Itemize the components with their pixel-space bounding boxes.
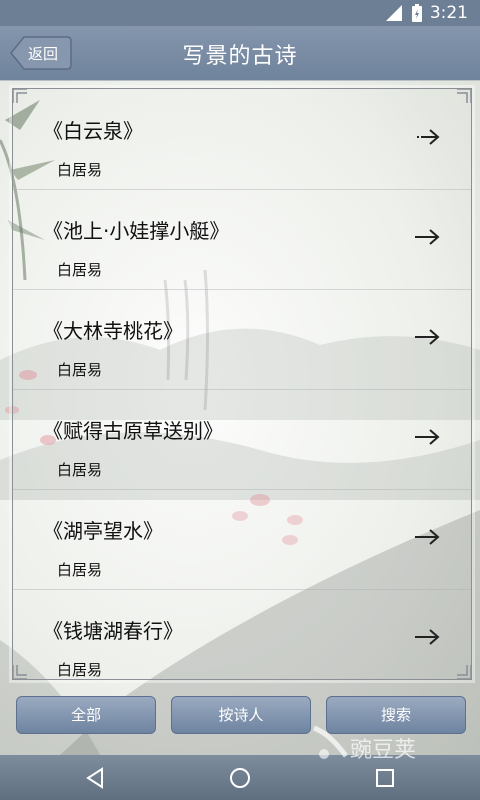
list-item[interactable]: 《钱塘湖春行》 白居易 xyxy=(13,589,471,679)
arrow-right-icon[interactable] xyxy=(413,627,441,647)
arrow-right-icon[interactable] xyxy=(413,327,441,347)
tab-all-button[interactable]: 全部 xyxy=(16,696,156,734)
list-item[interactable]: 《赋得古原草送别》 白居易 xyxy=(13,389,471,490)
status-time: 3:21 xyxy=(429,3,468,23)
tab-by-poet-button[interactable]: 按诗人 xyxy=(171,696,311,734)
arrow-right-icon[interactable] xyxy=(413,227,441,247)
list-item[interactable]: 《湖亭望水》 白居易 xyxy=(13,489,471,590)
poet-name: 白居易 xyxy=(57,361,103,379)
poet-name: 白居易 xyxy=(57,661,103,679)
poet-name: 白居易 xyxy=(57,161,103,179)
poem-title: 《钱塘湖春行》 xyxy=(43,619,183,643)
poem-title: 《池上·小娃撑小艇》 xyxy=(43,219,230,243)
arrow-right-icon[interactable] xyxy=(413,527,441,547)
title-bar: 返回 写景的古诗 xyxy=(0,26,480,81)
battery-icon xyxy=(412,4,422,22)
arrow-right-icon[interactable] xyxy=(413,127,441,147)
poem-title: 《大林寺桃花》 xyxy=(43,319,183,343)
list-item[interactable]: 《大林寺桃花》 白居易 xyxy=(13,289,471,390)
poet-name: 白居易 xyxy=(57,461,103,479)
watermark-logo-icon xyxy=(313,725,349,759)
poem-title: 《白云泉》 xyxy=(43,119,143,143)
poem-list: 《白云泉》 白居易 《池上·小娃撑小艇》 白居易 《大林寺桃花》 白居易 《赋得… xyxy=(12,88,472,680)
page-title: 写景的古诗 xyxy=(182,44,298,69)
arrow-right-icon[interactable] xyxy=(413,427,441,447)
list-item[interactable]: 《白云泉》 白居易 xyxy=(13,89,471,190)
list-item[interactable]: 《池上·小娃撑小艇》 白居易 xyxy=(13,189,471,290)
nav-home-icon[interactable] xyxy=(225,763,255,793)
poet-name: 白居易 xyxy=(57,561,103,579)
watermark: 豌豆荚 xyxy=(310,724,460,768)
poet-name: 白居易 xyxy=(57,261,103,279)
poem-title: 《湖亭望水》 xyxy=(43,519,163,543)
watermark-text: 豌豆荚 xyxy=(350,738,417,763)
nav-back-icon[interactable] xyxy=(80,763,110,793)
status-bar: 3:21 xyxy=(0,0,480,26)
signal-icon xyxy=(386,5,402,21)
poem-title: 《赋得古原草送别》 xyxy=(43,419,223,443)
